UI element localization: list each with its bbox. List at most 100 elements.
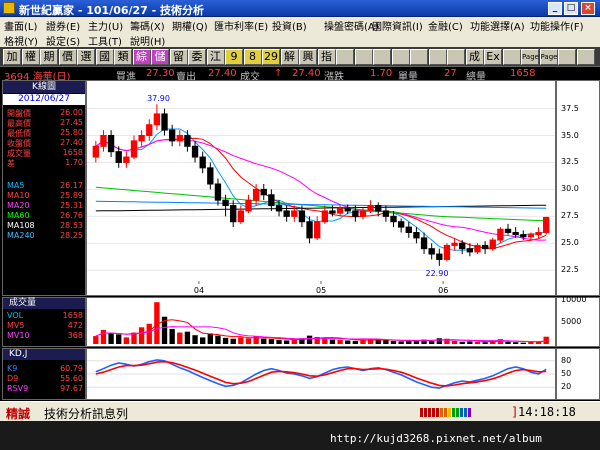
candle-body[interactable] bbox=[367, 205, 374, 212]
candle-body[interactable] bbox=[123, 156, 130, 163]
menu-item[interactable]: 功能操作(F) bbox=[530, 18, 584, 33]
volume-svg[interactable] bbox=[87, 298, 555, 346]
toolbar-button[interactable]: 綜 bbox=[132, 49, 151, 65]
toolbar-button[interactable] bbox=[336, 49, 354, 65]
volume-bar[interactable] bbox=[276, 340, 282, 344]
candle-body[interactable] bbox=[336, 208, 344, 214]
volume-bar[interactable] bbox=[337, 340, 343, 344]
menu-item[interactable]: 主力(U) bbox=[88, 18, 123, 33]
volume-bar[interactable] bbox=[215, 335, 221, 344]
toolbar-button[interactable]: 指 bbox=[317, 49, 336, 65]
candle-body[interactable] bbox=[329, 210, 336, 214]
candle-body[interactable] bbox=[214, 183, 222, 201]
volume-bar[interactable] bbox=[482, 342, 488, 344]
volume-bar[interactable] bbox=[207, 333, 213, 344]
volume-bar[interactable] bbox=[268, 339, 275, 344]
toolbar-button[interactable] bbox=[447, 49, 465, 65]
volume-bar[interactable] bbox=[306, 335, 313, 344]
candle-body[interactable] bbox=[306, 221, 313, 239]
toolbar-button[interactable] bbox=[354, 49, 373, 65]
menu-item[interactable]: 格視(Y) bbox=[4, 33, 38, 48]
candle-body[interactable] bbox=[375, 205, 382, 212]
volume-bar[interactable] bbox=[123, 337, 130, 344]
kd-svg[interactable] bbox=[87, 349, 555, 399]
candle-body[interactable] bbox=[298, 210, 306, 223]
volume-bar[interactable] bbox=[238, 337, 244, 344]
candle-body[interactable] bbox=[107, 135, 115, 153]
menu-item[interactable]: 期權(Q) bbox=[172, 18, 208, 33]
toolbar-button[interactable]: Page bbox=[521, 49, 539, 65]
volume-bar[interactable] bbox=[398, 341, 404, 344]
candle-body[interactable] bbox=[283, 210, 290, 217]
candle-body[interactable] bbox=[245, 199, 252, 212]
k-panel-title[interactable]: K線圖 bbox=[3, 81, 85, 93]
candle-body[interactable] bbox=[413, 232, 420, 239]
candle-body[interactable] bbox=[222, 199, 229, 207]
volume-bar[interactable] bbox=[451, 340, 458, 344]
toolbar-button[interactable]: 8 bbox=[243, 49, 262, 65]
volume-bar[interactable] bbox=[505, 341, 511, 344]
menu-item[interactable]: 工具(T) bbox=[88, 33, 122, 48]
candle-body[interactable] bbox=[100, 135, 107, 147]
candle-body[interactable] bbox=[520, 234, 527, 238]
volume-bar[interactable] bbox=[383, 340, 389, 344]
candle-body[interactable] bbox=[161, 113, 168, 131]
menu-item[interactable]: 操盤密碼(A) bbox=[324, 18, 379, 33]
candle-body[interactable] bbox=[481, 244, 489, 250]
menu-item[interactable]: 國際資訊(I) bbox=[372, 18, 423, 33]
candle-body[interactable] bbox=[268, 194, 275, 207]
candle-body[interactable] bbox=[191, 145, 199, 158]
minimize-button[interactable]: _ bbox=[548, 2, 562, 15]
volume-bar[interactable] bbox=[93, 336, 99, 344]
toolbar-button[interactable] bbox=[502, 49, 521, 65]
candle-body[interactable] bbox=[260, 188, 267, 196]
toolbar-button[interactable]: 價 bbox=[58, 49, 77, 65]
candle-body[interactable] bbox=[176, 135, 183, 142]
volume-panel-title[interactable]: 成交量 bbox=[3, 298, 85, 309]
volume-bar[interactable] bbox=[230, 338, 236, 344]
menu-item[interactable]: 畫面(L) bbox=[4, 18, 37, 33]
volume-bar[interactable] bbox=[192, 335, 198, 344]
candle-body[interactable] bbox=[504, 228, 512, 233]
candle-body[interactable] bbox=[459, 242, 466, 250]
toolbar-button[interactable]: 29 bbox=[262, 49, 280, 65]
candle-body[interactable] bbox=[153, 113, 161, 126]
menu-item[interactable]: 說明(H) bbox=[130, 33, 165, 48]
menu-item[interactable]: 證券(E) bbox=[46, 18, 80, 33]
volume-bar[interactable] bbox=[245, 338, 252, 344]
toolbar-button[interactable] bbox=[576, 49, 595, 65]
volume-bar[interactable] bbox=[200, 337, 206, 344]
kd-panel-title[interactable]: KD,J bbox=[3, 349, 85, 360]
volume-bar[interactable] bbox=[459, 341, 465, 344]
volume-bar[interactable] bbox=[345, 340, 351, 344]
candle-body[interactable] bbox=[436, 253, 443, 260]
volume-bar[interactable] bbox=[146, 323, 152, 344]
candle-body[interactable] bbox=[527, 234, 535, 238]
volume-bar[interactable] bbox=[436, 338, 442, 344]
candle-body[interactable] bbox=[138, 135, 145, 142]
toolbar-button[interactable]: 類 bbox=[114, 49, 132, 65]
candle-body[interactable] bbox=[359, 210, 367, 217]
toolbar-button[interactable]: 興 bbox=[299, 49, 317, 65]
candle-body[interactable] bbox=[443, 244, 451, 260]
volume-bar[interactable] bbox=[467, 341, 473, 344]
volume-bar[interactable] bbox=[429, 340, 435, 344]
candle-body[interactable] bbox=[130, 140, 138, 158]
candle-body[interactable] bbox=[489, 239, 496, 250]
candle-body[interactable] bbox=[420, 237, 428, 250]
toolbar-button[interactable]: 成 bbox=[465, 49, 484, 65]
kd-chart[interactable] bbox=[86, 348, 556, 400]
candle-body[interactable] bbox=[397, 221, 405, 228]
toolbar-button[interactable]: Page bbox=[539, 49, 558, 65]
volume-bar[interactable] bbox=[390, 340, 397, 344]
candle-body[interactable] bbox=[405, 226, 412, 234]
volume-bar[interactable] bbox=[100, 329, 107, 344]
candle-body[interactable] bbox=[237, 210, 245, 223]
menu-item[interactable]: 設定(S) bbox=[46, 33, 80, 48]
candle-body[interactable] bbox=[543, 216, 550, 234]
toolbar-button[interactable]: 國 bbox=[95, 49, 114, 65]
toolbar-button[interactable] bbox=[373, 49, 391, 65]
candle-body[interactable] bbox=[512, 232, 519, 236]
toolbar-button[interactable]: 留 bbox=[169, 49, 188, 65]
volume-bar[interactable] bbox=[222, 337, 229, 344]
